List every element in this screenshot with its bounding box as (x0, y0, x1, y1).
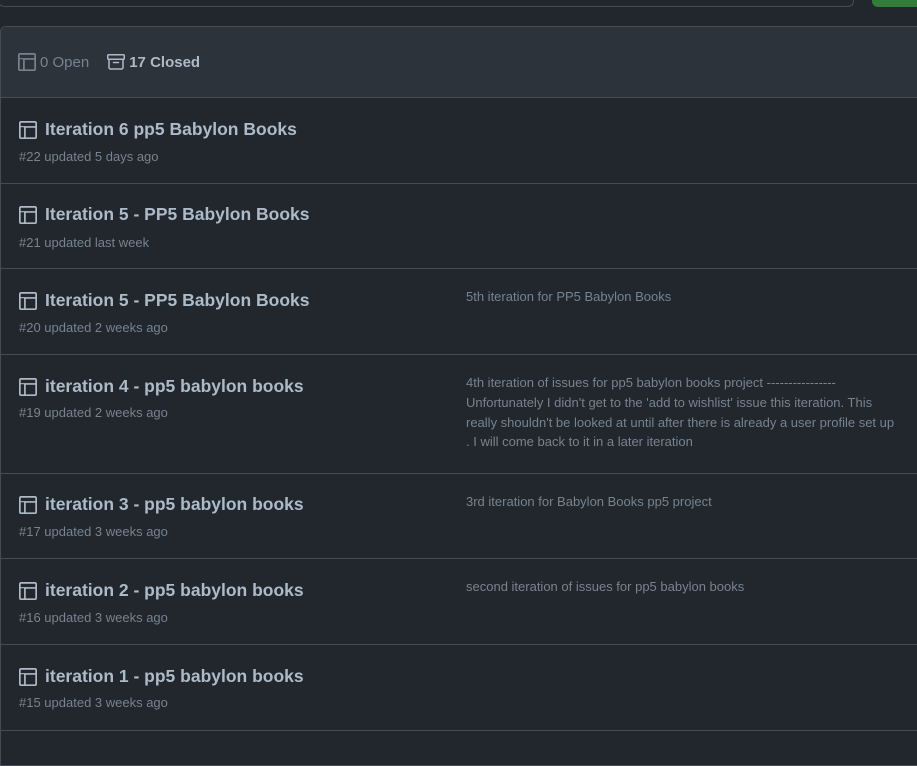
project-title-line: Iteration 5 - PP5 Babylon Books (19, 204, 310, 225)
project-table-icon (19, 667, 37, 686)
project-title-link[interactable]: Iteration 5 - PP5 Babylon Books (45, 204, 310, 225)
open-projects-filter[interactable]: 0 Open (18, 53, 89, 71)
project-row: iteration 3 - pp5 babylon books #17 upda… (1, 474, 917, 559)
project-title-line: iteration 1 - pp5 babylon books (19, 666, 304, 687)
project-meta: #15 updated 3 weeks ago (19, 695, 168, 710)
project-title-line: iteration 4 - pp5 babylon books (19, 376, 304, 397)
project-title-link[interactable]: iteration 4 - pp5 babylon books (45, 376, 304, 397)
projects-list: 0 Open 17 Closed Iteration 6 pp5 Babylon… (0, 26, 917, 766)
project-title-line: iteration 2 - pp5 babylon books (19, 580, 304, 601)
project-meta: #17 updated 3 weeks ago (19, 524, 168, 539)
project-title-line: Iteration 5 - PP5 Babylon Books (19, 290, 310, 311)
closed-projects-filter[interactable]: 17 Closed (107, 54, 200, 71)
project-row: iteration 2 - pp5 babylon books #16 upda… (1, 559, 917, 645)
project-description: 3rd iteration for Babylon Books pp5 proj… (466, 494, 712, 509)
project-title-link[interactable]: Iteration 5 - PP5 Babylon Books (45, 290, 310, 311)
project-row: iteration 1 - pp5 babylon books #15 upda… (1, 645, 917, 731)
project-table-icon (19, 495, 37, 514)
new-project-button[interactable] (872, 0, 917, 7)
project-description: 5th iteration for PP5 Babylon Books (466, 289, 672, 304)
project-title-link[interactable]: iteration 3 - pp5 babylon books (45, 494, 304, 515)
project-description: second iteration of issues for pp5 babyl… (466, 579, 745, 594)
project-title-link[interactable]: Iteration 6 pp5 Babylon Books (45, 119, 297, 140)
project-row: Iteration 6 pp5 Babylon Books #22 update… (1, 98, 917, 184)
open-projects-label: 0 Open (40, 53, 90, 71)
project-table-icon (19, 291, 37, 310)
project-table-icon (19, 205, 37, 224)
project-title-link[interactable]: iteration 2 - pp5 babylon books (45, 580, 304, 601)
project-table-icon (19, 377, 37, 396)
archive-icon (107, 54, 126, 70)
projects-list-header: 0 Open 17 Closed (1, 27, 917, 98)
project-title-link[interactable]: iteration 1 - pp5 babylon books (45, 666, 304, 687)
project-title-line: iteration 3 - pp5 babylon books (19, 494, 304, 515)
project-table-icon (19, 120, 37, 139)
project-row: Iteration 5 - PP5 Babylon Books #21 upda… (1, 184, 917, 269)
project-meta: #20 updated 2 weeks ago (19, 320, 168, 335)
closed-projects-label: 17 Closed (129, 53, 201, 71)
project-description: 4th iteration of issues for pp5 babylon … (466, 375, 895, 450)
project-meta: #16 updated 3 weeks ago (19, 610, 168, 625)
search-input[interactable] (0, 0, 854, 7)
project-meta: #22 updated 5 days ago (19, 149, 159, 164)
project-title-line: Iteration 6 pp5 Babylon Books (19, 119, 297, 140)
project-meta: #19 updated 2 weeks ago (19, 405, 168, 420)
project-meta: #21 updated last week (19, 235, 150, 250)
project-table-icon (19, 581, 37, 600)
project-row: iteration 4 - pp5 babylon books #19 upda… (1, 355, 917, 474)
top-bar (0, 0, 917, 26)
project-table-icon (18, 53, 36, 71)
project-row: Iteration 5 - PP5 Babylon Books #20 upda… (1, 269, 917, 355)
